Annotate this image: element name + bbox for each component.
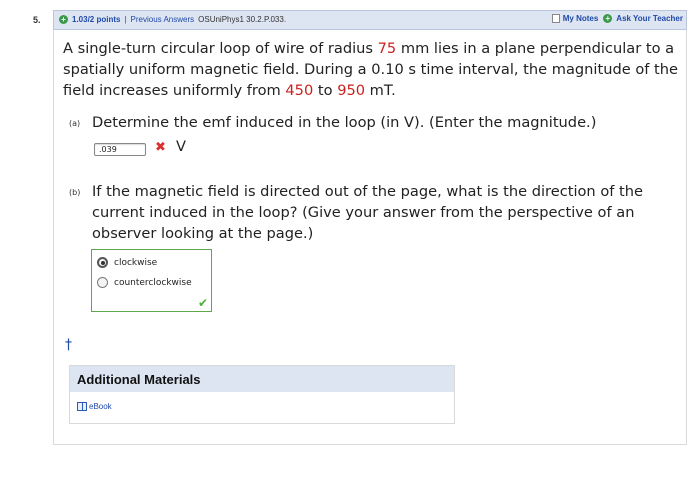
- x-icon: ✖: [155, 140, 166, 155]
- part-b-label: (b): [69, 188, 81, 197]
- plus-icon: +: [603, 14, 613, 23]
- radius-value: 75: [377, 40, 397, 57]
- direction-options: clockwise counterclockwise ✔: [91, 249, 212, 312]
- emf-unit: V: [176, 138, 186, 155]
- points-label: 1.03/2 points: [72, 15, 121, 24]
- my-notes-label: My Notes: [562, 14, 599, 23]
- emf-answer-input[interactable]: .039: [94, 143, 146, 156]
- expand-plus-icon[interactable]: +: [59, 15, 68, 24]
- ask-teacher-button[interactable]: + Ask Your Teacher: [603, 14, 683, 23]
- ask-teacher-label: Ask Your Teacher: [616, 14, 683, 23]
- notes-icon: [551, 14, 560, 23]
- book-icon: [77, 402, 87, 411]
- ebook-link[interactable]: eBook: [77, 402, 112, 411]
- radio-counterclockwise[interactable]: [97, 277, 108, 288]
- header-separator: |: [124, 15, 127, 24]
- field-end-value: 950: [337, 82, 366, 99]
- option-clockwise[interactable]: clockwise: [97, 257, 157, 268]
- header-right: My Notes + Ask Your Teacher: [551, 14, 683, 23]
- question-number: 5.: [33, 15, 41, 25]
- field-start-value: 450: [285, 82, 314, 99]
- question-text-part: A single-turn circular loop of wire of r…: [63, 40, 378, 57]
- option-counterclockwise[interactable]: counterclockwise: [97, 277, 192, 288]
- question-text-part: mT.: [365, 82, 396, 99]
- my-notes-button[interactable]: My Notes: [551, 14, 599, 23]
- option-clockwise-label: clockwise: [114, 257, 158, 268]
- question-header-bar: + 1.03/2 points | Previous Answers OSUni…: [53, 10, 687, 30]
- option-counterclockwise-label: counterclockwise: [114, 277, 192, 288]
- previous-answers-link[interactable]: Previous Answers: [131, 15, 195, 24]
- part-b-text: If the magnetic field is directed out of…: [92, 183, 643, 242]
- question-text: A single-turn circular loop of wire of r…: [63, 38, 683, 101]
- part-a-text: Determine the emf induced in the loop (i…: [92, 114, 597, 131]
- dagger-mark: †: [65, 337, 72, 353]
- check-icon: ✔: [197, 296, 208, 310]
- question-text-part: to: [313, 82, 338, 99]
- additional-materials-panel: Additional Materials eBook: [69, 365, 455, 424]
- ebook-label: eBook: [89, 402, 112, 411]
- radio-clockwise[interactable]: [97, 257, 108, 268]
- additional-materials-title: Additional Materials: [70, 366, 454, 392]
- header-left: + 1.03/2 points | Previous Answers OSUni…: [59, 15, 286, 24]
- part-a-label: (a): [69, 119, 81, 128]
- problem-code: OSUniPhys1 30.2.P.033.: [198, 15, 287, 24]
